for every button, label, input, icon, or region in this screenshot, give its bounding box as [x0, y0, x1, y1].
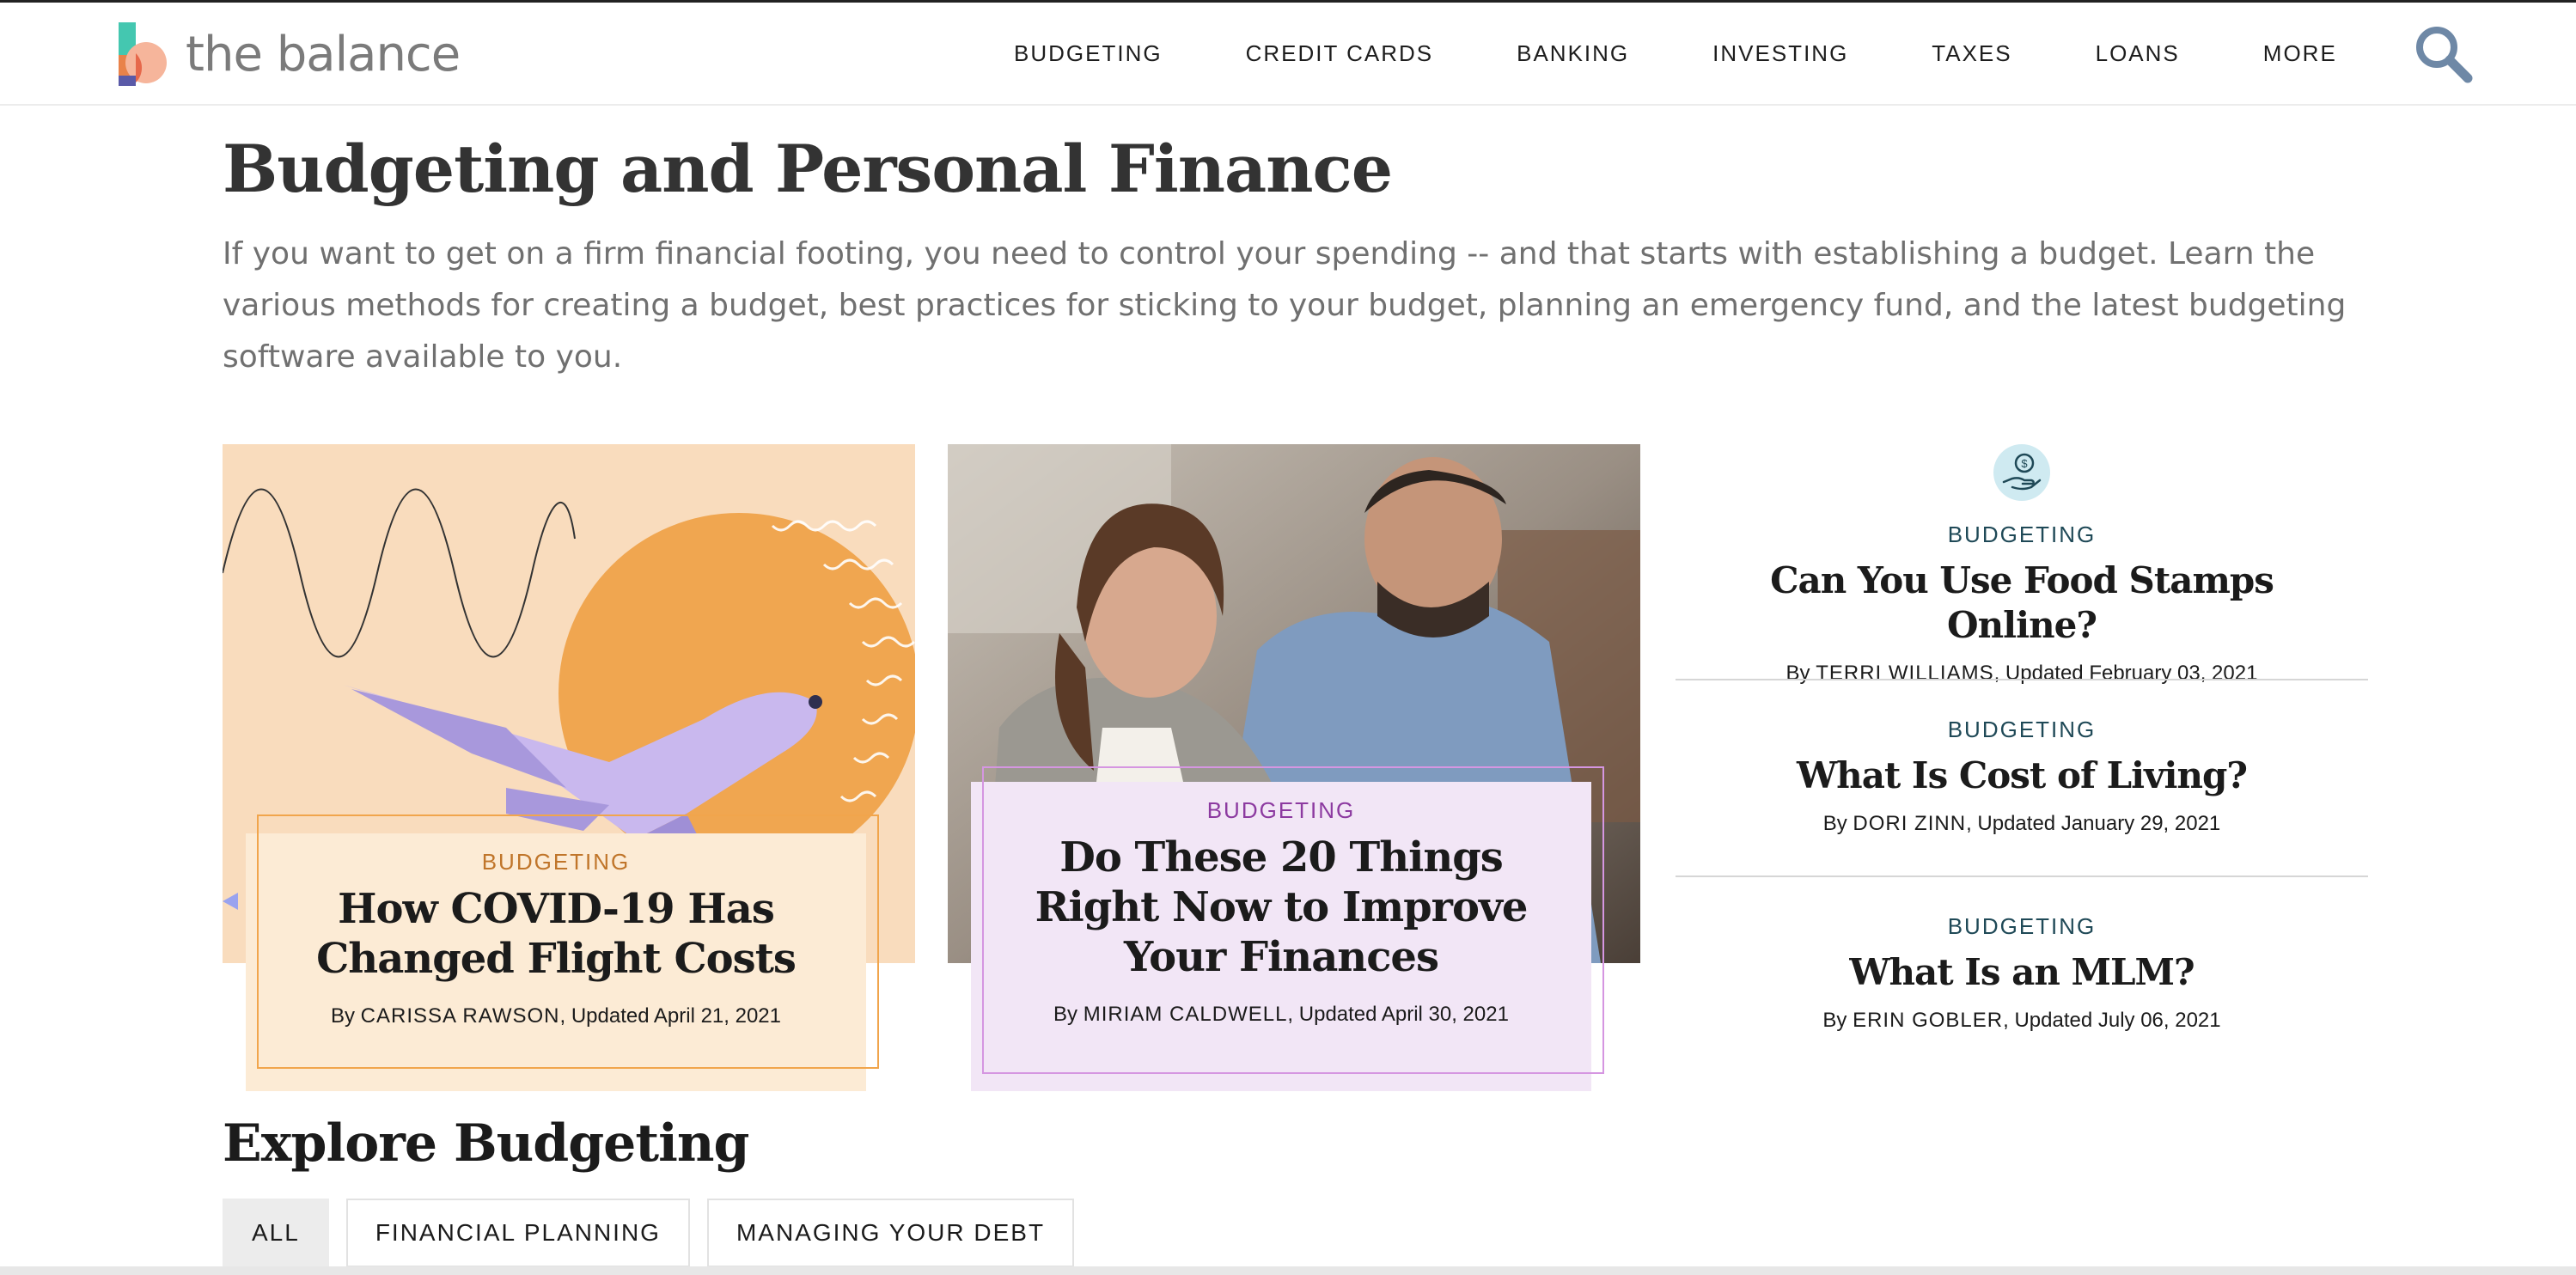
nav-item-budgeting[interactable]: BUDGETING [1014, 40, 1163, 67]
nav-item-credit-cards[interactable]: CREDIT CARDS [1246, 40, 1434, 67]
author-link[interactable]: DORI ZINN [1853, 812, 1966, 835]
svg-text:$: $ [2021, 457, 2028, 470]
side-article-title[interactable]: What Is an MLM? [1701, 950, 2342, 995]
byline-prefix: By [1822, 1009, 1847, 1032]
nav-item-loans[interactable]: LOANS [2096, 40, 2180, 67]
logo-text: the balance [186, 26, 461, 82]
page-intro: If you want to get on a firm financial f… [223, 236, 2347, 375]
hand-holding-dollar-icon: $ [1993, 444, 2050, 501]
updated-date: , Updated July 06, 2021 [2003, 1009, 2221, 1032]
site-logo[interactable]: the balance [119, 21, 461, 87]
tab-managing-your-debt[interactable]: MANAGING YOUR DEBT [706, 1199, 1075, 1267]
side-article[interactable]: BUDGETING What Is an MLM? By ERIN GOBLER… [1676, 875, 2368, 1072]
search-button[interactable] [2413, 23, 2475, 85]
tab-financial-planning[interactable]: FINANCIAL PLANNING [345, 1199, 690, 1267]
site-header: the balance BUDGETING CREDIT CARDS BANKI… [0, 3, 2576, 106]
byline-prefix: By [1822, 812, 1847, 835]
caption-frame [982, 766, 1604, 1074]
nav-item-investing[interactable]: INVESTING [1712, 40, 1848, 67]
side-article-title[interactable]: Can You Use Food Stamps Online? [1701, 558, 2342, 648]
side-article[interactable]: $ BUDGETING Can You Use Food Stamps Onli… [1676, 444, 2368, 685]
logo-mark-icon [119, 22, 167, 86]
author-link[interactable]: ERIN GOBLER [1853, 1009, 2003, 1032]
card-caption: BUDGETING Do These 20 Things Right Now t… [971, 766, 1604, 1091]
updated-date: , Updated January 29, 2021 [1966, 812, 2221, 835]
horizontal-scrollbar[interactable] [0, 1266, 2576, 1275]
side-article-category[interactable]: BUDGETING [1676, 717, 2368, 743]
side-article-category[interactable]: BUDGETING [1676, 913, 2368, 940]
nav-item-banking[interactable]: BANKING [1517, 40, 1629, 67]
search-icon [2416, 27, 2473, 83]
side-article-title[interactable]: What Is Cost of Living? [1701, 753, 2342, 798]
nav-item-taxes[interactable]: TAXES [1932, 40, 2011, 67]
side-article[interactable]: BUDGETING What Is Cost of Living? By DOR… [1676, 679, 2368, 875]
card-caption: BUDGETING How COVID-19 Has Changed Fligh… [246, 814, 879, 1091]
caption-frame [257, 814, 879, 1069]
side-article-byline: By ERIN GOBLER, Updated July 06, 2021 [1676, 1009, 2368, 1033]
featured-card-flight-costs[interactable]: BUDGETING How COVID-19 Has Changed Fligh… [223, 444, 915, 1091]
explore-tabs: ALL FINANCIAL PLANNING MANAGING YOUR DEB… [223, 1199, 1091, 1267]
page-title: Budgeting and Personal Finance [223, 131, 1393, 207]
tab-all[interactable]: ALL [223, 1199, 329, 1267]
side-article-list: $ BUDGETING Can You Use Food Stamps Onli… [1676, 444, 2368, 1072]
nav-item-more[interactable]: MORE [2263, 40, 2337, 67]
main-nav: BUDGETING CREDIT CARDS BANKING INVESTING… [1014, 3, 2420, 104]
explore-title: Explore Budgeting [223, 1113, 749, 1174]
featured-card-improve-finances[interactable]: BUDGETING Do These 20 Things Right Now t… [948, 444, 1640, 1091]
side-article-byline: By DORI ZINN, Updated January 29, 2021 [1676, 812, 2368, 836]
side-article-category[interactable]: BUDGETING [1676, 522, 2368, 548]
